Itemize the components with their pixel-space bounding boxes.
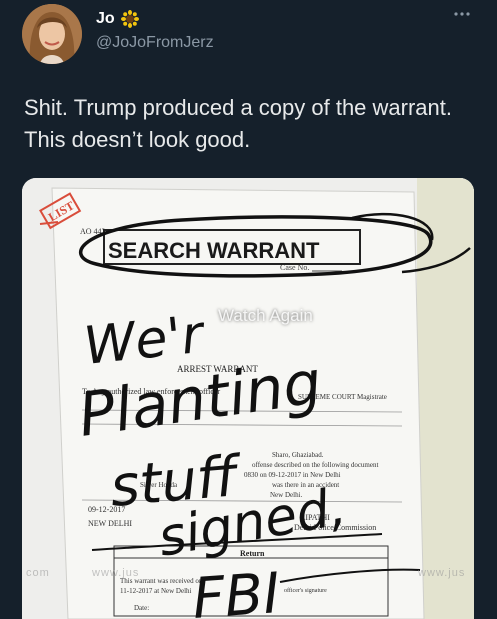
user-handle[interactable]: @JoJoFromJerz <box>96 34 214 52</box>
tweet-text: Shit. Trump produced a copy of the warra… <box>24 95 453 152</box>
warrant-document-image: LIST AO 442 Case No. SEARCH WARRANT ARRE… <box>22 178 474 619</box>
offense-text: offense described on the following docum… <box>252 461 378 469</box>
more-options-icon[interactable] <box>453 10 471 18</box>
tweet: Jo @JoJoFromJerz Shit. Trump produced a … <box>0 0 497 619</box>
tweet-media[interactable]: LIST AO 442 Case No. SEARCH WARRANT ARRE… <box>22 178 474 619</box>
city-text: Sharo, Ghaziabad. <box>272 451 324 459</box>
signature-label: officer's signature <box>284 587 327 594</box>
avatar-image <box>22 4 82 64</box>
display-name[interactable]: Jo <box>96 10 115 28</box>
watermark-3: www.jus <box>418 567 466 579</box>
name-row: Jo <box>96 10 139 28</box>
doc-title: SEARCH WARRANT <box>108 238 320 263</box>
watermark-1: com <box>26 567 50 579</box>
sunflower-icon <box>120 10 139 28</box>
scrawl-line-5: FBI <box>190 561 281 619</box>
date-label: Date: <box>134 604 149 612</box>
watch-again-overlay[interactable]: Watch Again <box>218 306 313 326</box>
avatar[interactable] <box>22 4 82 64</box>
watermark-2: www.jus <box>92 567 140 579</box>
return-date: 11-12-2017 at New Delhi <box>120 587 192 595</box>
signed-place: NEW DELHI <box>88 519 132 528</box>
date-time-text: 0830 on 09-12-2017 in New Delhi <box>244 471 341 479</box>
